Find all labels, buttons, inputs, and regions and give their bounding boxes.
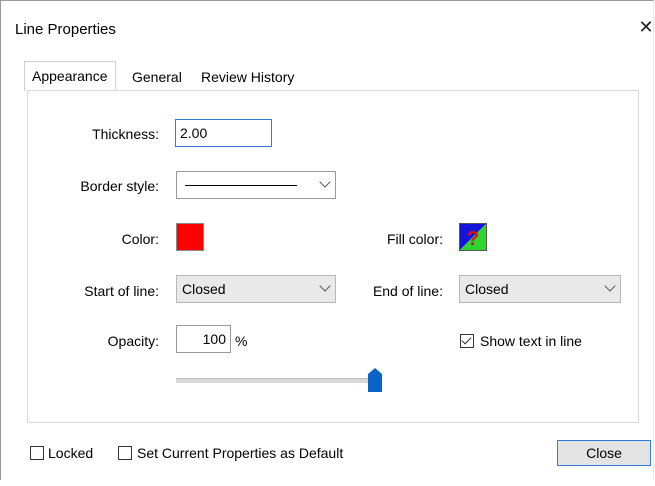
question-mark-glyph: ? <box>467 228 479 250</box>
show-text-in-line-checkbox[interactable] <box>460 334 474 348</box>
show-text-in-line-label: Show text in line <box>480 333 582 349</box>
close-button[interactable]: Close <box>557 440 651 466</box>
locked-checkbox[interactable] <box>30 446 44 460</box>
start-of-line-select[interactable]: Closed <box>176 275 336 303</box>
opacity-slider-thumb[interactable] <box>368 368 382 392</box>
opacity-slider-track[interactable] <box>176 378 376 383</box>
end-of-line-label: End of line: <box>372 283 443 299</box>
set-default-checkbox[interactable] <box>118 446 132 460</box>
chevron-down-icon <box>319 176 331 188</box>
fill-color-label: Fill color: <box>386 231 443 247</box>
border-style-line-sample <box>185 185 297 186</box>
opacity-unit: % <box>235 333 248 349</box>
tab-general[interactable]: General <box>128 65 186 89</box>
chevron-down-icon <box>604 280 616 292</box>
opacity-label: Opacity: <box>107 333 159 349</box>
thickness-label: Thickness: <box>92 126 159 142</box>
locked-label: Locked <box>48 445 94 461</box>
border-style-select[interactable] <box>176 171 336 199</box>
opacity-input[interactable]: 100 <box>176 325 231 353</box>
color-swatch[interactable] <box>176 223 204 251</box>
no-fill-icon: ? <box>460 224 486 250</box>
chevron-down-icon <box>319 280 331 292</box>
thickness-input[interactable]: 2.00 <box>175 119 272 147</box>
dialog-title: Line Properties <box>15 21 116 38</box>
end-of-line-value: Closed <box>465 281 509 297</box>
close-icon[interactable]: ✕ <box>637 17 655 37</box>
end-of-line-select[interactable]: Closed <box>459 275 621 303</box>
start-of-line-label: Start of line: <box>84 283 159 299</box>
fill-color-swatch[interactable]: ? <box>459 223 487 251</box>
border-style-label: Border style: <box>80 178 159 194</box>
color-label: Color: <box>121 231 159 247</box>
tab-review-history[interactable]: Review History <box>197 65 298 89</box>
line-properties-dialog: Line Properties ✕ Appearance General Rev… <box>0 0 654 480</box>
checkmark-icon <box>461 334 472 345</box>
set-default-label: Set Current Properties as Default <box>137 445 344 461</box>
tab-appearance[interactable]: Appearance <box>24 61 116 91</box>
start-of-line-value: Closed <box>182 281 226 297</box>
